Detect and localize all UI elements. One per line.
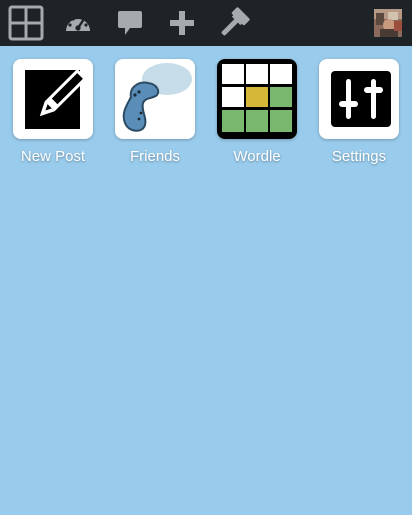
app-wordle[interactable]: Wordle: [217, 59, 297, 165]
friends-bird-icon: [122, 63, 192, 132]
app-label-settings: Settings: [331, 148, 387, 165]
admin-toolbar: [0, 0, 412, 46]
pencil-edit-icon: [25, 68, 88, 129]
wordle-tile[interactable]: [217, 59, 297, 139]
tools-hammer-icon[interactable]: [216, 0, 252, 46]
dashboard-gauge-icon[interactable]: [62, 0, 94, 46]
app-label-wordle: Wordle: [233, 148, 281, 165]
app-new-post[interactable]: New Post: [13, 59, 93, 165]
app-label-new-post: New Post: [20, 148, 86, 165]
sliders-icon: [331, 71, 391, 127]
new-post-tile[interactable]: [13, 59, 93, 139]
user-avatar[interactable]: [374, 9, 402, 37]
friends-tile[interactable]: [115, 59, 195, 139]
apps-grid-icon[interactable]: [6, 0, 46, 46]
settings-tile[interactable]: [319, 59, 399, 139]
app-settings[interactable]: Settings: [319, 59, 399, 165]
app-label-friends: Friends: [129, 148, 181, 165]
plus-icon[interactable]: [166, 0, 198, 46]
comment-bubble-icon[interactable]: [114, 0, 146, 46]
app-friends[interactable]: Friends: [115, 59, 195, 165]
wordle-grid-icon: [218, 60, 296, 138]
